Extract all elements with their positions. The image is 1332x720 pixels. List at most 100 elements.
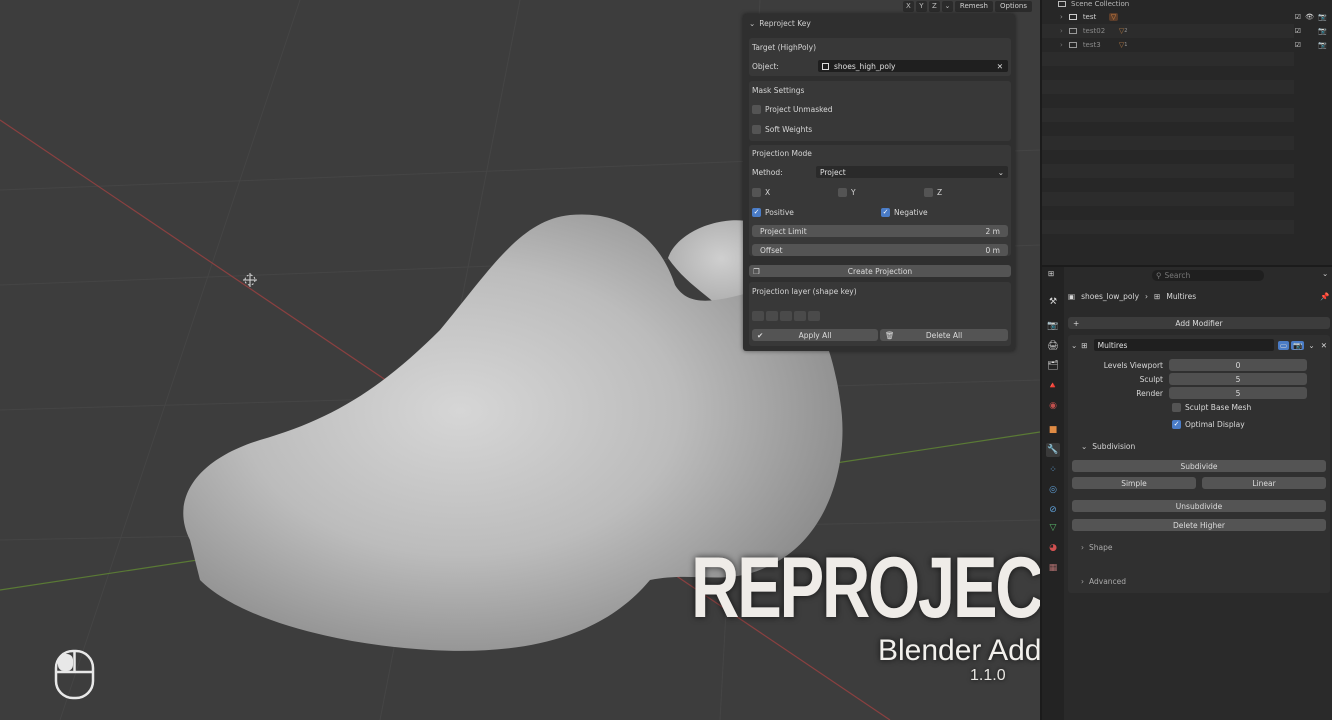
close-icon[interactable]: ✕: [1321, 341, 1327, 350]
levels-viewport-slider[interactable]: 0: [1169, 359, 1307, 371]
axis-y-toggle[interactable]: Y: [915, 0, 927, 12]
method-dropdown[interactable]: Project ⌄: [816, 166, 1008, 178]
3d-viewport[interactable]: X Y Z ⌄ Remesh Options ⌄ Reproject Key T…: [0, 0, 1040, 720]
chevron-down-icon[interactable]: ⌄: [1071, 341, 1077, 350]
chevron-right-icon[interactable]: ›: [1060, 41, 1063, 49]
physics-tab-icon[interactable]: ◎: [1046, 483, 1060, 497]
layer-tool-icon[interactable]: [808, 311, 820, 321]
pin-icon[interactable]: 📌: [1320, 292, 1329, 301]
axis-x-toggle[interactable]: X: [902, 0, 914, 12]
chevron-right-icon[interactable]: ›: [1060, 13, 1063, 21]
project-limit-slider[interactable]: Project Limit 2 m: [752, 225, 1008, 237]
chevron-right-icon: ›: [1081, 576, 1084, 586]
item-name: test: [1082, 13, 1097, 21]
positive-checkbox[interactable]: [752, 207, 761, 217]
checkbox-icon[interactable]: ☑: [1295, 41, 1301, 49]
linear-button[interactable]: Linear: [1202, 477, 1326, 489]
sculpt-slider[interactable]: 5: [1169, 373, 1307, 385]
shape-header[interactable]: › Shape: [1071, 541, 1327, 553]
constraints-tab-icon[interactable]: ⊘: [1046, 503, 1060, 517]
data-tab-icon[interactable]: ▽: [1046, 521, 1060, 535]
optimal-display-checkbox[interactable]: [1172, 419, 1181, 429]
chevron-down-icon[interactable]: ⌄: [941, 0, 953, 12]
simple-button[interactable]: Simple: [1072, 477, 1196, 489]
realtime-icon[interactable]: ▭: [1277, 340, 1290, 350]
row-stripe: [1042, 164, 1294, 178]
checkbox-icon[interactable]: ☑: [1295, 13, 1301, 21]
tool-tab-icon[interactable]: ⚒: [1046, 295, 1060, 309]
subdivide-button[interactable]: Subdivide: [1072, 460, 1326, 472]
object-field[interactable]: shoes_high_poly ✕: [818, 60, 1008, 72]
advanced-header[interactable]: › Advanced: [1071, 575, 1327, 587]
scene-tab-icon[interactable]: 🔺: [1046, 379, 1060, 393]
delete-all-button[interactable]: 🗑 Delete All: [880, 329, 1008, 341]
object-icon: ▣: [1068, 292, 1076, 301]
project-unmasked-row[interactable]: Project Unmasked: [752, 103, 1008, 115]
modifier-name-field[interactable]: Multires: [1093, 339, 1274, 351]
world-tab-icon[interactable]: ◉: [1046, 399, 1060, 413]
axis-z-toggle[interactable]: Z: [928, 0, 940, 12]
axis-z-checkbox[interactable]: [924, 187, 933, 197]
optimal-display-row[interactable]: Optimal Display: [1071, 418, 1327, 430]
output-tab-icon[interactable]: 🖨: [1046, 339, 1060, 353]
add-modifier-button[interactable]: + Add Modifier: [1068, 317, 1330, 329]
offset-slider[interactable]: Offset 0 m: [752, 244, 1008, 256]
panel-header[interactable]: ⌄ Reproject Key: [743, 14, 1015, 32]
editor-type-icon[interactable]: ⊞: [1048, 269, 1054, 278]
particles-tab-icon[interactable]: ⁘: [1046, 463, 1060, 477]
soft-weights-checkbox[interactable]: [752, 124, 761, 134]
outliner-item[interactable]: › test ▽ ☑ 👁 📷: [1042, 10, 1332, 24]
camera-icon[interactable]: 📷: [1318, 27, 1327, 35]
chevron-right-icon[interactable]: ›: [1060, 27, 1063, 35]
create-projection-button[interactable]: ❐ Create Projection: [749, 265, 1011, 277]
outliner-item[interactable]: › test3 ▽ 1 ☑ 📷: [1042, 38, 1332, 52]
axis-z-option[interactable]: Z: [924, 187, 942, 197]
breadcrumb-modifier: Multires: [1166, 292, 1197, 301]
sculpt-base-mesh-checkbox[interactable]: [1172, 402, 1181, 412]
render-icon[interactable]: 📷: [1291, 340, 1305, 350]
layer-tool-icon[interactable]: [794, 311, 806, 321]
axis-y-option[interactable]: Y: [838, 187, 924, 197]
layer-tool-icon[interactable]: [752, 311, 764, 321]
view-layer-tab-icon[interactable]: 🗂: [1046, 359, 1060, 373]
levels-viewport-value: 0: [1235, 360, 1241, 370]
project-unmasked-checkbox[interactable]: [752, 104, 761, 114]
render-slider[interactable]: 5: [1169, 387, 1307, 399]
layer-tool-icon[interactable]: [766, 311, 778, 321]
render-tab-icon[interactable]: 📷: [1046, 319, 1060, 333]
axis-y-checkbox[interactable]: [838, 187, 847, 197]
chevron-down-icon[interactable]: ⌄: [1308, 341, 1314, 350]
advanced-label: Advanced: [1089, 576, 1127, 586]
object-tab-icon[interactable]: ■: [1046, 423, 1060, 437]
layer-tool-icon[interactable]: [780, 311, 792, 321]
remesh-button[interactable]: Remesh: [954, 0, 993, 12]
scene-collection-label: Scene Collection: [1071, 0, 1130, 8]
search-field[interactable]: ⚲ Search: [1152, 270, 1264, 281]
axis-x-option[interactable]: X: [752, 187, 838, 197]
unsubdivide-button[interactable]: Unsubdivide: [1072, 500, 1326, 512]
camera-icon[interactable]: 📷: [1318, 13, 1327, 21]
sculpt-base-mesh-row[interactable]: Sculpt Base Mesh: [1071, 401, 1327, 413]
soft-weights-row[interactable]: Soft Weights: [752, 123, 1008, 135]
levels-viewport-label: Levels Viewport: [1103, 360, 1163, 370]
outliner-item[interactable]: › test02 ▽ 2 ☑ 📷: [1042, 24, 1332, 38]
add-modifier-label: Add Modifier: [1175, 318, 1223, 328]
mask-settings-section: Mask Settings Project Unmasked Soft Weig…: [749, 81, 1011, 141]
apply-all-button[interactable]: ✔ Apply All: [752, 329, 878, 341]
axis-x-checkbox[interactable]: [752, 187, 761, 197]
eye-icon[interactable]: 👁: [1305, 13, 1314, 21]
options-button[interactable]: Options: [994, 0, 1032, 12]
negative-checkbox[interactable]: [881, 207, 890, 217]
texture-tab-icon[interactable]: ▦: [1046, 561, 1060, 575]
checkbox-icon[interactable]: ☑: [1295, 27, 1301, 35]
collection-icon: [1068, 42, 1077, 48]
positive-option[interactable]: Positive: [752, 207, 881, 217]
close-icon[interactable]: ✕: [992, 62, 1008, 71]
subdivision-header[interactable]: ⌄ Subdivision: [1071, 440, 1327, 452]
modifier-tab-icon[interactable]: 🔧: [1046, 443, 1060, 457]
negative-option[interactable]: Negative: [881, 207, 928, 217]
delete-higher-button[interactable]: Delete Higher: [1072, 519, 1326, 531]
chevron-down-icon[interactable]: ⌄: [1322, 269, 1328, 278]
camera-icon[interactable]: 📷: [1318, 41, 1327, 49]
material-tab-icon[interactable]: ◕: [1046, 541, 1060, 555]
